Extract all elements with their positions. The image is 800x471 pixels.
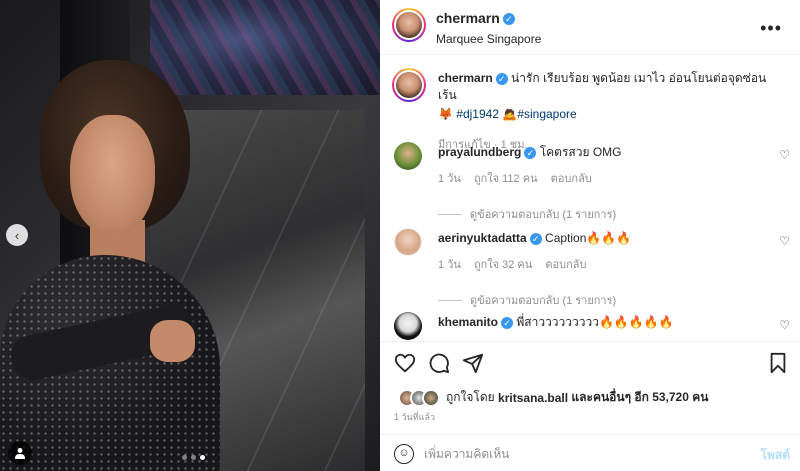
- liker-username[interactable]: kritsana.ball: [498, 391, 568, 405]
- commenter-avatar[interactable]: [394, 228, 422, 256]
- share-icon[interactable]: [462, 352, 484, 374]
- commenter-avatar[interactable]: [394, 142, 422, 170]
- comment-text: พี่สาววววววววว🔥🔥🔥🔥🔥: [516, 315, 674, 329]
- photo-subject-hand: [150, 320, 195, 362]
- bowing-emoji: 🙇: [502, 107, 518, 121]
- fox-emoji: 🦊: [438, 107, 453, 121]
- likes-prefix: ถูกใจโดย: [446, 390, 495, 404]
- comment-likes[interactable]: ถูกใจ 112 คน: [474, 173, 538, 185]
- comment-text: โคตรสวย OMG: [539, 145, 622, 159]
- post-sidebar: chermarn ✓ Marquee Singapore ••• chermarn…: [380, 0, 800, 471]
- author-avatar[interactable]: [392, 8, 426, 42]
- reply-button[interactable]: ตอบกลับ: [545, 259, 586, 271]
- tagged-users-button[interactable]: [8, 441, 32, 465]
- post-header: chermarn ✓ Marquee Singapore •••: [380, 0, 800, 55]
- comment-item: prayalundberg ✓ โคตรสวย OMG 1 วัน ถูกใจ 1…: [380, 140, 800, 230]
- author-username[interactable]: chermarn: [436, 10, 500, 26]
- verified-badge-icon: ✓: [502, 12, 515, 25]
- heart-icon[interactable]: [394, 352, 416, 374]
- view-replies-link[interactable]: ดูข้อความตอบกลับ (1 รายการ): [438, 205, 622, 223]
- post-actions: ถูกใจโดย kritsana.ball และคนอื่นๆ อีก 53…: [380, 341, 800, 471]
- comments-section: chermarn ✓ น่ารัก เรียบร้อย พูดน้อย เมาไว…: [380, 56, 800, 341]
- comment-like-heart-icon[interactable]: ♡: [779, 234, 790, 248]
- verified-badge-icon: ✓: [501, 316, 514, 329]
- view-replies-link[interactable]: ดูข้อความตอบกลับ (1 รายการ): [438, 291, 631, 309]
- comment-likes[interactable]: ถูกใจ 32 คน: [474, 259, 532, 271]
- caption-author-avatar[interactable]: [392, 68, 426, 102]
- caption-author-username[interactable]: chermarn: [438, 71, 493, 85]
- carousel-indicator: [182, 455, 205, 460]
- liker-avatars[interactable]: [398, 388, 440, 407]
- comment-item: aerinyuktadatta ✓ Caption🔥🔥🔥 1 วัน ถูกใจ …: [380, 226, 800, 316]
- post-location[interactable]: Marquee Singapore: [436, 32, 541, 46]
- photo-subject-face: [70, 115, 155, 235]
- more-options-icon[interactable]: •••: [760, 18, 782, 39]
- comment-icon[interactable]: [428, 352, 450, 374]
- comment-like-heart-icon[interactable]: ♡: [779, 318, 790, 332]
- commenter-username[interactable]: khemanito: [438, 315, 498, 329]
- likes-count[interactable]: 53,720 คน: [652, 388, 708, 407]
- commenter-username[interactable]: aerinyuktadatta: [438, 231, 527, 245]
- person-icon: [15, 448, 25, 459]
- comment-item: khemanito ✓ พี่สาววววววววว🔥🔥🔥🔥🔥 ♡: [380, 312, 800, 341]
- verified-badge-icon: ✓: [495, 72, 508, 85]
- comment-time: 1 วัน: [438, 259, 461, 271]
- add-comment-bar: ☺ โพสต์: [380, 434, 800, 471]
- post-date[interactable]: 1 วันที่แล้ว: [394, 410, 435, 424]
- carousel-dot-active: [200, 455, 205, 460]
- verified-badge-icon: ✓: [529, 232, 542, 245]
- post-caption: chermarn ✓ น่ารัก เรียบร้อย พูดน้อย เมาไว…: [380, 68, 800, 151]
- reply-button[interactable]: ตอบกลับ: [551, 173, 592, 185]
- background-wall: [150, 0, 380, 95]
- commenter-avatar[interactable]: [394, 312, 422, 340]
- comment-text: Caption🔥🔥🔥: [545, 231, 632, 245]
- chevron-left-icon: ‹: [14, 227, 20, 243]
- emoji-icon[interactable]: ☺: [394, 444, 414, 464]
- comment-input[interactable]: [424, 443, 724, 465]
- comment-like-heart-icon[interactable]: ♡: [779, 148, 790, 162]
- post-media[interactable]: ‹: [0, 0, 380, 471]
- hashtag-link[interactable]: #dj1942: [456, 107, 499, 121]
- comment-time: 1 วัน: [438, 173, 461, 185]
- hashtag-link[interactable]: #singapore: [517, 107, 576, 121]
- verified-badge-icon: ✓: [524, 146, 537, 159]
- commenter-username[interactable]: prayalundberg: [438, 145, 521, 159]
- previous-photo-button[interactable]: ‹: [6, 224, 28, 246]
- likes-middle[interactable]: และคนอื่นๆ อีก: [571, 388, 648, 407]
- carousel-dot: [191, 455, 196, 460]
- likes-summary: ถูกใจโดย kritsana.ball และคนอื่นๆ อีก 53…: [398, 388, 708, 407]
- post-comment-button[interactable]: โพสต์: [761, 446, 790, 465]
- carousel-dot: [182, 455, 187, 460]
- bookmark-icon[interactable]: [768, 352, 788, 374]
